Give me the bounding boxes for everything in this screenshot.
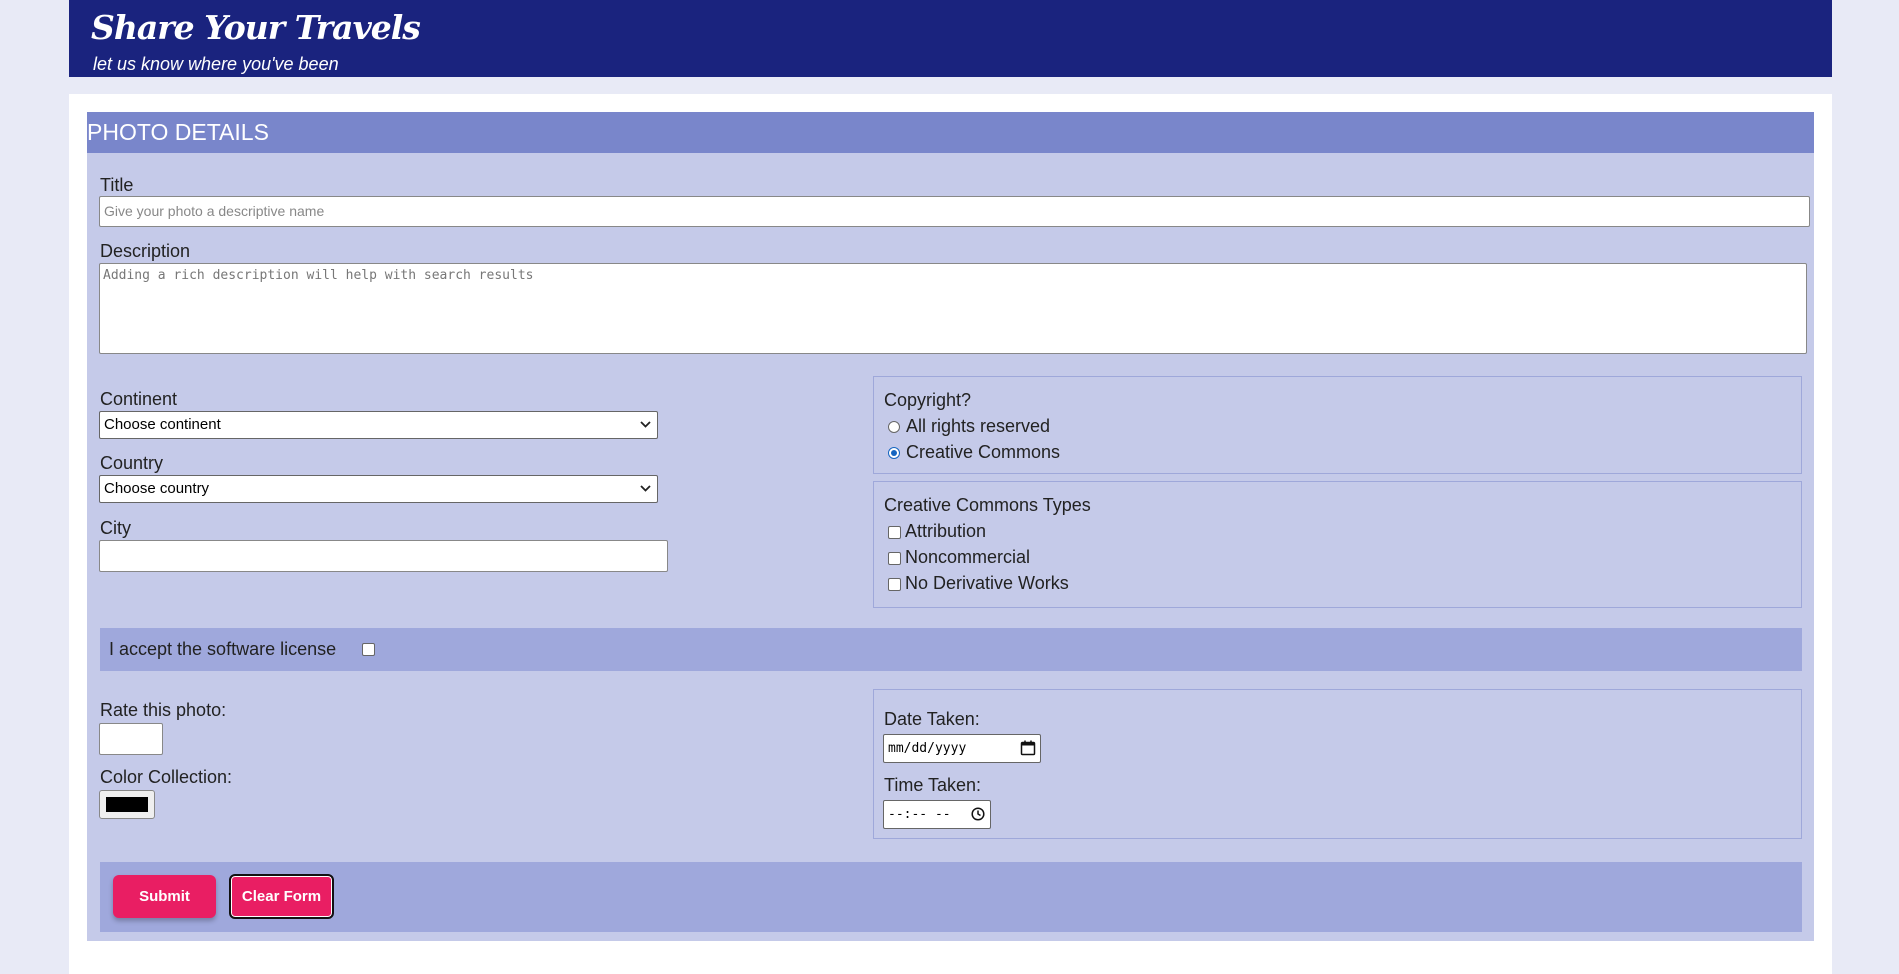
color-label: Color Collection: [100, 767, 233, 787]
title-placeholder: Give your photo a descriptive name [104, 203, 325, 219]
title-input[interactable]: Give your photo a descriptive name [99, 196, 1810, 227]
continent-label: Continent [100, 389, 178, 409]
country-value: Choose country [104, 480, 210, 497]
radio-all-rights-label: All rights reserved [906, 416, 1051, 436]
chevron-down-icon [640, 478, 651, 507]
continent-value: Choose continent [104, 416, 221, 433]
date-placeholder: mm/dd/yyyy [888, 741, 967, 756]
checkbox-attribution[interactable] [888, 526, 901, 539]
site-subtitle: let us know where you've been [93, 54, 339, 74]
license-checkbox[interactable] [362, 643, 375, 656]
button-band: Submit Clear Form [100, 862, 1802, 932]
checkbox-no-derivative[interactable] [888, 578, 901, 591]
city-label: City [100, 518, 131, 538]
date-input[interactable]: mm/dd/yyyy [883, 734, 1041, 763]
site-title: Share Your Travels [91, 8, 421, 47]
copyright-fieldset: Copyright? All rights reserved Creative … [873, 376, 1802, 474]
photo-details-panel: PHOTO DETAILS Title Give your photo a de… [87, 112, 1814, 941]
radio-all-rights[interactable] [888, 421, 900, 433]
site-header: Share Your Travels let us know where you… [69, 0, 1832, 77]
city-input[interactable] [99, 540, 668, 572]
rate-label: Rate this photo: [100, 700, 227, 720]
page-container: PHOTO DETAILS Title Give your photo a de… [69, 94, 1832, 974]
clear-form-button[interactable]: Clear Form [229, 874, 334, 919]
date-label: Date Taken: [884, 709, 980, 729]
country-label: Country [100, 453, 164, 473]
license-label: I accept the software license [109, 639, 337, 659]
color-picker[interactable] [99, 790, 155, 819]
checkbox-noncommercial[interactable] [888, 552, 901, 565]
country-select[interactable]: Choose country [99, 475, 658, 503]
description-label: Description [100, 241, 191, 261]
copyright-legend: Copyright? [884, 390, 972, 410]
panel-heading: PHOTO DETAILS [87, 112, 1814, 153]
datetime-fieldset: Date Taken: mm/dd/yyyy Time Taken: --:--… [873, 689, 1802, 839]
time-label: Time Taken: [884, 775, 982, 795]
time-input[interactable]: --:-- -- [883, 800, 991, 829]
chevron-down-icon [640, 414, 651, 443]
radio-creative-commons[interactable] [888, 447, 900, 459]
calendar-icon[interactable] [1020, 740, 1036, 761]
checkbox-attribution-label: Attribution [905, 521, 987, 541]
description-textarea[interactable]: Adding a rich description will help with… [99, 263, 1807, 354]
time-placeholder: --:-- -- [888, 807, 951, 822]
clock-icon[interactable] [971, 807, 985, 826]
submit-button[interactable]: Submit [113, 875, 216, 918]
cc-types-legend: Creative Commons Types [884, 495, 1091, 515]
title-label: Title [100, 175, 134, 195]
continent-select[interactable]: Choose continent [99, 411, 658, 439]
radio-creative-commons-label: Creative Commons [906, 442, 1061, 462]
checkbox-no-derivative-label: No Derivative Works [905, 573, 1069, 593]
license-band: I accept the software license [100, 628, 1802, 671]
cc-types-fieldset: Creative Commons Types Attribution Nonco… [873, 481, 1802, 608]
rate-input[interactable] [99, 723, 163, 755]
description-placeholder: Adding a rich description will help with… [103, 268, 534, 283]
checkbox-noncommercial-label: Noncommercial [905, 547, 1031, 567]
color-swatch [106, 797, 148, 812]
